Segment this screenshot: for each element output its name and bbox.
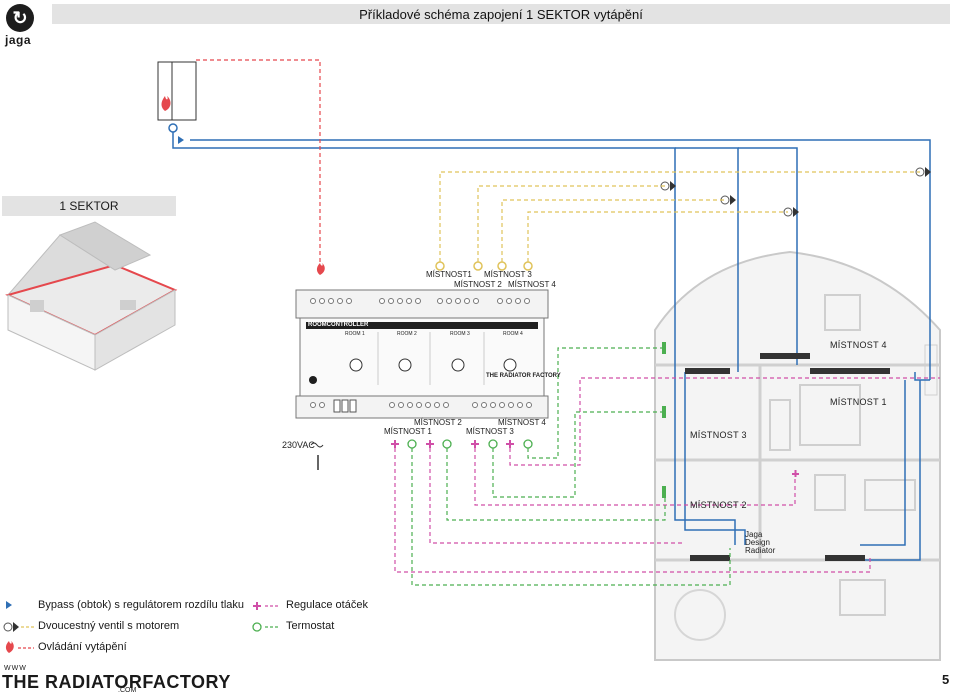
legend-valve-text: Dvoucestný ventil s motorem xyxy=(38,620,180,632)
footer-www: WWW xyxy=(4,665,27,672)
legend-bypass-text: Bypass (obtok) s regulátorem rozdílu tla… xyxy=(38,599,245,611)
radiator-note: Jaga Design Radiator xyxy=(745,530,776,555)
legend-valve-icon xyxy=(3,622,34,632)
controller-flame-icon xyxy=(316,263,325,275)
fan-label-room-4: MÍSTNOST 4 xyxy=(498,418,546,427)
heating-control-line xyxy=(196,59,321,268)
controller-room-3-label: ROOM 3 xyxy=(450,331,470,337)
room-1-label: MÍSTNOST 1 xyxy=(830,397,887,407)
house-illustration xyxy=(5,221,178,371)
footer-brand: THE RADIATORFACTORY xyxy=(2,672,231,692)
legend-bypass-icon xyxy=(6,601,12,609)
legend-thermostat-icon xyxy=(252,622,280,632)
room-controller-unit xyxy=(295,289,549,419)
legend-thermostat-text: Termostat xyxy=(286,620,335,632)
room-2-label: MÍSTNOST 2 xyxy=(690,500,747,510)
controller-room-2-label: ROOM 2 xyxy=(397,331,417,337)
room-4-label: MÍSTNOST 4 xyxy=(830,340,887,350)
legend-fan-text: Regulace otáček xyxy=(286,599,368,611)
controller-room-1-label: ROOM 1 xyxy=(345,331,365,337)
pump-icon xyxy=(168,123,178,133)
valve-label-room-2: MÍSTNOST 2 xyxy=(454,280,502,289)
motor-valve-icons xyxy=(660,167,931,217)
legend-fan-icon xyxy=(253,602,280,610)
wiring-diagram xyxy=(3,59,941,661)
valve-label-room-1: MÍSTNOST1 xyxy=(426,270,472,279)
footer-com: .COM xyxy=(118,687,137,694)
fan-label-room-3: MÍSTNOST 3 xyxy=(466,427,514,436)
legend-heating-text: Ovládání vytápění xyxy=(38,641,127,653)
controller-brand: THE RADIATOR FACTORY xyxy=(486,373,561,379)
controller-relays xyxy=(333,399,357,413)
fan-label-room-2: MÍSTNOST 2 xyxy=(414,418,462,427)
page-number: 5 xyxy=(942,672,950,687)
valve-control-lines xyxy=(439,171,920,262)
boiler xyxy=(157,61,197,121)
legend-heating-icon xyxy=(5,641,34,653)
controller-room-4-label: ROOM 4 xyxy=(503,331,523,337)
controller-valve-icons xyxy=(435,261,533,271)
valve-label-room-4: MÍSTNOST 4 xyxy=(508,280,556,289)
controller-label: ROOMCONTROLLER xyxy=(308,322,369,328)
fan-label-room-1: MÍSTNOST 1 xyxy=(384,427,432,436)
room-3-label: MÍSTNOST 3 xyxy=(690,430,747,440)
valve-label-room-3: MÍSTNOST 3 xyxy=(484,270,532,279)
power-label: 230VAC xyxy=(282,440,315,450)
bypass-valve-icon xyxy=(178,136,184,144)
